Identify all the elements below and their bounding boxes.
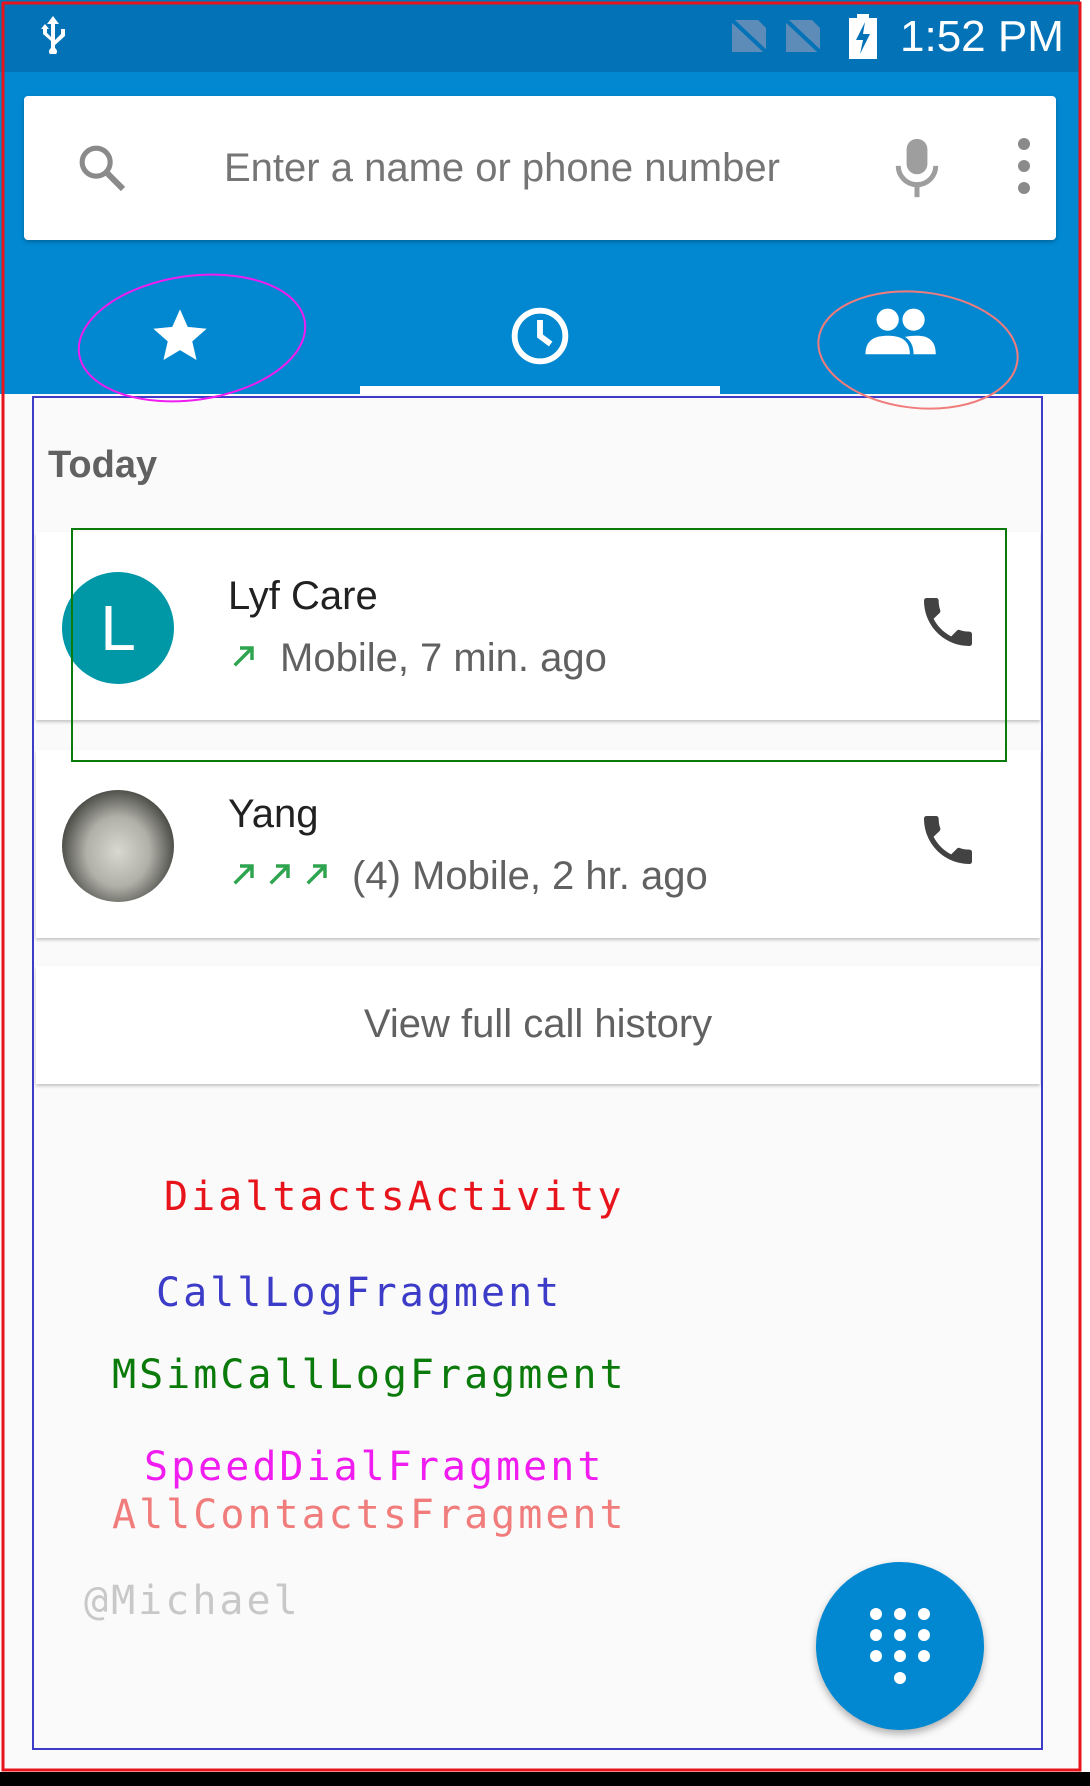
outgoing-call-icon — [233, 864, 254, 885]
call-detail-text: Mobile, 7 min. ago — [280, 636, 607, 680]
search-icon[interactable] — [74, 140, 130, 201]
more-vert-icon[interactable] — [1014, 136, 1034, 201]
view-full-history-button[interactable]: View full call history — [36, 966, 1040, 1084]
annotation-speed-dial-fragment: SpeedDialFragment — [144, 1444, 605, 1490]
search-box[interactable]: Enter a name or phone number — [24, 96, 1056, 240]
tab-recents[interactable] — [360, 294, 720, 394]
no-sim-icon — [730, 18, 768, 59]
phone-icon — [924, 598, 972, 646]
contact-name: Yang — [228, 792, 319, 836]
people-icon — [865, 308, 936, 355]
tab-indicator — [360, 386, 720, 394]
status-bar: 1:52 PM — [0, 0, 1080, 72]
call-log-entry[interactable]: L Lyf Care Mobile, 7 min. ago — [36, 532, 1040, 720]
call-type-icons — [228, 858, 333, 895]
usb-icon — [38, 14, 68, 59]
star-icon — [153, 309, 207, 360]
outgoing-call-icon — [269, 864, 291, 885]
dialpad-icon — [870, 1608, 930, 1684]
call-button[interactable] — [916, 808, 980, 877]
phone-icon — [924, 816, 972, 864]
clock-icon — [511, 307, 569, 365]
clock-time: 1:52 PM — [900, 12, 1064, 61]
dialpad-fab[interactable] — [816, 1562, 984, 1730]
mic-icon[interactable] — [892, 136, 942, 205]
tab-contacts[interactable] — [720, 294, 1080, 394]
annotation-call-log-fragment: CallLogFragment — [156, 1270, 563, 1316]
no-sim-icon — [784, 18, 822, 59]
call-type-icons — [228, 640, 260, 677]
annotation-dialtacts-activity: DialtactsActivity — [164, 1174, 625, 1220]
bottom-edge — [0, 1772, 1090, 1786]
view-full-history-label: View full call history — [363, 1002, 713, 1046]
call-button[interactable] — [916, 590, 980, 659]
app-bar: Enter a name or phone number — [0, 72, 1080, 394]
section-header-today: Today — [48, 444, 158, 486]
outgoing-call-icon — [233, 646, 254, 667]
contact-name: Lyf Care — [228, 574, 378, 618]
call-log-list: Today L Lyf Care Mobile, 7 min. ago Yang… — [0, 394, 1080, 1786]
outgoing-call-icon — [306, 864, 327, 885]
avatar[interactable]: L — [62, 572, 174, 684]
call-log-entry[interactable]: Yang (4) Mobile, 2 hr. ago — [36, 750, 1040, 938]
annotation-author: @Michael — [84, 1578, 301, 1624]
avatar[interactable] — [62, 790, 174, 902]
annotation-all-contacts-fragment: AllContactsFragment — [112, 1492, 627, 1538]
battery-charging-icon — [848, 14, 878, 65]
call-detail-text: (4) Mobile, 2 hr. ago — [352, 854, 708, 898]
tab-speed-dial[interactable] — [0, 294, 360, 394]
search-input[interactable]: Enter a name or phone number — [224, 146, 780, 191]
annotation-msim-call-log-fragment: MSimCallLogFragment — [112, 1352, 627, 1398]
